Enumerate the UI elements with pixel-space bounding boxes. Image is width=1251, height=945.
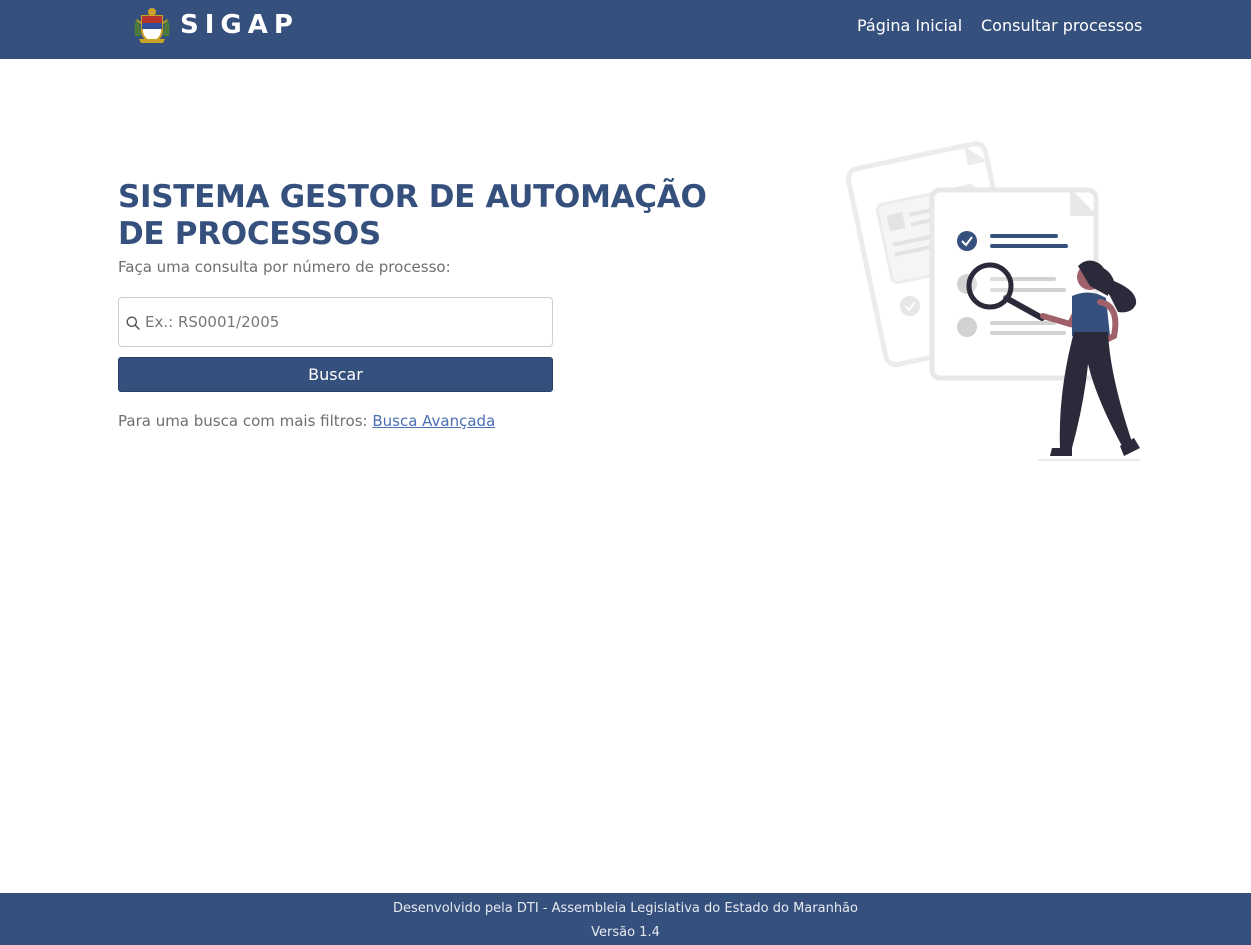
page-subtitle: Faça uma consulta por número de processo… [118,258,451,276]
search-input[interactable] [145,298,545,346]
page-title: SISTEMA GESTOR DE AUTOMAÇÃO DE PROCESSOS [118,179,707,252]
state-coat-of-arms-icon [134,8,170,44]
search-button[interactable]: Buscar [118,357,553,392]
top-navbar: SIGAP Página Inicial Consultar processos [0,0,1251,59]
search-field[interactable] [118,297,553,347]
footer-credit: Desenvolvido pela DTI - Assembleia Legis… [393,901,858,916]
advanced-search-link[interactable]: Busca Avançada [372,412,495,430]
brand-name: SIGAP [180,10,299,40]
advanced-search-prefix: Para uma busca com mais filtros: [118,412,368,430]
search-icon [126,316,140,330]
woman-with-magnifier-illustration [845,141,1140,461]
site-footer: Desenvolvido pela DTI - Assembleia Legis… [0,893,1251,945]
brand[interactable]: SIGAP [131,6,299,44]
nav-consult-processes-link[interactable]: Consultar processos [981,16,1142,35]
footer-version: Versão 1.4 [591,925,660,940]
advanced-search-hint: Para uma busca com mais filtros: Busca A… [118,412,495,430]
nav-home-link[interactable]: Página Inicial [857,16,962,35]
